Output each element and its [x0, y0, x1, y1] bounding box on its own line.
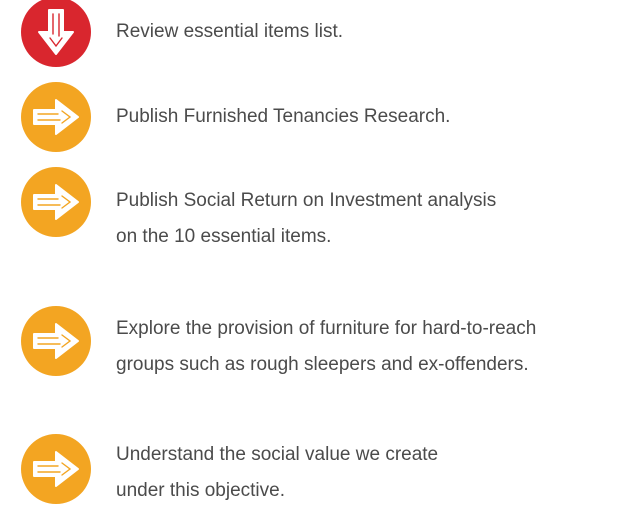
objective-text: Understand the social value we create un… — [116, 437, 438, 509]
objective-line: groups such as rough sleepers and ex-off… — [116, 354, 529, 375]
arrow-right-icon — [20, 166, 92, 238]
arrow-down-icon — [20, 0, 92, 68]
arrow-right-icon — [20, 433, 92, 505]
objective-text: Review essential items list. — [116, 14, 343, 50]
objective-line: Review essential items list. — [116, 21, 344, 42]
objective-line: under this objective. — [116, 480, 285, 501]
arrow-right-icon — [20, 81, 92, 153]
objective-text: Explore the provision of furniture for h… — [116, 311, 536, 383]
objective-line: Explore the provision of furniture for h… — [116, 318, 537, 339]
objective-line: on the 10 essential items. — [116, 226, 332, 247]
objectives-list: { "colors": { "red": "#d9262e", "orange"… — [0, 0, 635, 517]
arrow-right-icon — [20, 305, 92, 377]
objective-line: Publish Furnished Tenancies Research. — [116, 106, 451, 127]
objective-text: Publish Social Return on Investment anal… — [116, 183, 496, 255]
objective-text: Publish Furnished Tenancies Research. — [116, 99, 450, 135]
objective-line: Publish Social Return on Investment anal… — [116, 190, 497, 211]
objective-line: Understand the social value we create — [116, 444, 439, 465]
